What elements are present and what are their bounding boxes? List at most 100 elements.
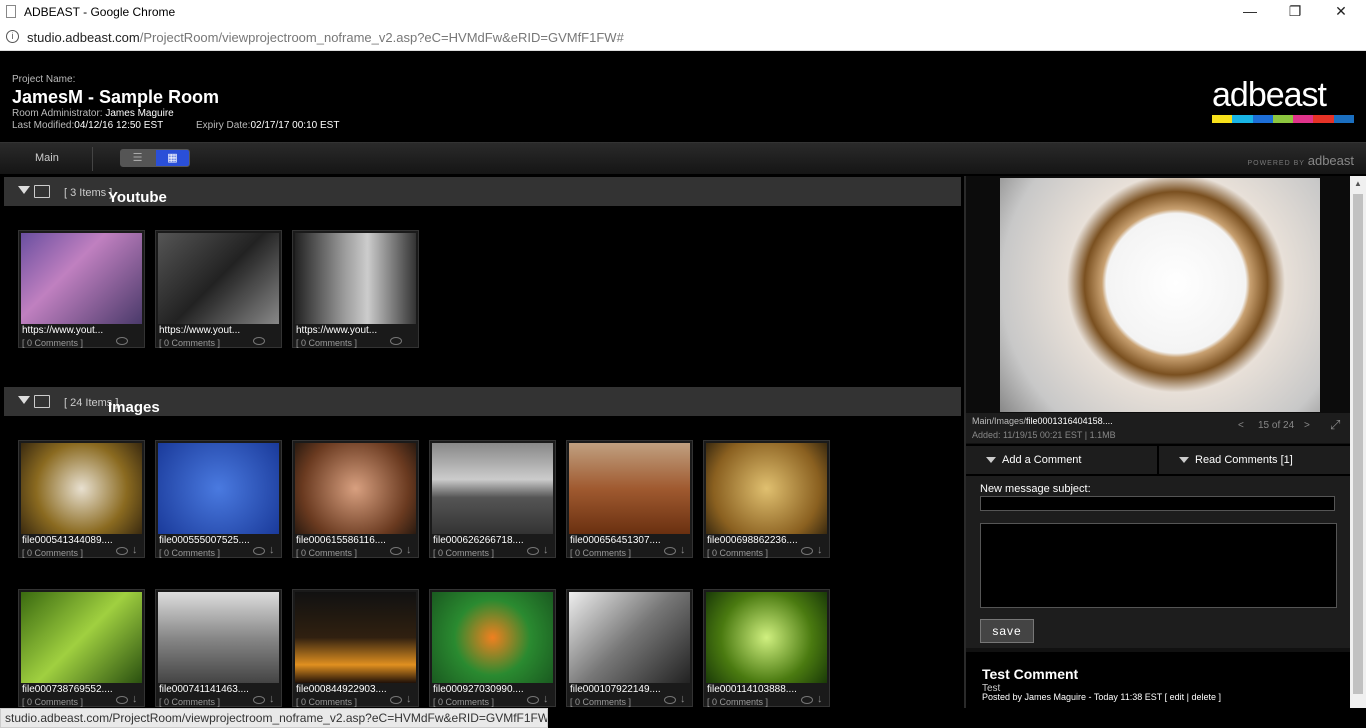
comment-count[interactable]: [ 0 Comments ] <box>296 548 357 558</box>
eye-icon[interactable] <box>527 547 539 555</box>
thumbnail-image[interactable] <box>21 443 142 534</box>
folder-header[interactable]: Youtube[ 3 Items ] <box>4 177 961 206</box>
comment-count[interactable]: [ 0 Comments ] <box>707 697 768 707</box>
eye-icon[interactable] <box>664 696 676 704</box>
asset-thumbnail[interactable]: file000114103888.... [ 0 Comments ] ↓ <box>703 589 830 707</box>
triangle-down-icon[interactable] <box>18 186 30 194</box>
eye-icon[interactable] <box>253 337 265 345</box>
preview-image[interactable] <box>1000 178 1320 412</box>
asset-thumbnail[interactable]: file000626266718.... [ 0 Comments ] ↓ <box>429 440 556 558</box>
nav-bar: Main ☰ ▦ POWERED BY adbeast <box>0 142 1366 174</box>
eye-icon[interactable] <box>664 547 676 555</box>
eye-icon[interactable] <box>390 696 402 704</box>
asset-thumbnail[interactable]: file000615586116.... [ 0 Comments ] ↓ <box>292 440 419 558</box>
subject-input[interactable] <box>980 496 1335 511</box>
eye-icon[interactable] <box>801 696 813 704</box>
eye-icon[interactable] <box>801 547 813 555</box>
thumbnail-image[interactable] <box>21 233 142 324</box>
prev-button[interactable]: < <box>1238 420 1244 431</box>
thumbnail-image[interactable] <box>295 233 416 324</box>
thumbnail-image[interactable] <box>295 443 416 534</box>
logo-bar <box>1232 115 1253 123</box>
eye-icon[interactable] <box>390 337 402 345</box>
download-icon[interactable]: ↓ <box>132 693 138 705</box>
comment-count[interactable]: [ 0 Comments ] <box>296 697 357 707</box>
download-icon[interactable]: ↓ <box>543 544 549 556</box>
thumbnail-image[interactable] <box>569 443 690 534</box>
address-bar[interactable]: i studio.adbeast.com/ProjectRoom/viewpro… <box>0 24 1366 51</box>
asset-thumbnail[interactable]: file000738769552.... [ 0 Comments ] ↓ <box>18 589 145 707</box>
save-button[interactable]: save <box>980 619 1034 643</box>
tab-add-comment[interactable]: Add a Comment <box>966 446 1157 474</box>
eye-icon[interactable] <box>116 547 128 555</box>
eye-icon[interactable] <box>116 696 128 704</box>
maximize-button[interactable]: ❐ <box>1275 3 1315 20</box>
comment-count[interactable]: [ 0 Comments ] <box>159 338 220 348</box>
download-icon[interactable]: ↓ <box>680 544 686 556</box>
thumbnail-image[interactable] <box>21 592 142 683</box>
asset-thumbnail[interactable]: file000927030990.... [ 0 Comments ] ↓ <box>429 589 556 707</box>
download-icon[interactable]: ↓ <box>817 693 823 705</box>
download-icon[interactable]: ↓ <box>269 693 275 705</box>
fullscreen-icon[interactable]: ⤢ <box>1330 417 1340 433</box>
asset-thumbnail[interactable]: file000844922903.... [ 0 Comments ] ↓ <box>292 589 419 707</box>
download-icon[interactable]: ↓ <box>543 693 549 705</box>
comment-count[interactable]: [ 0 Comments ] <box>707 548 768 558</box>
comment-count[interactable]: [ 0 Comments ] <box>22 548 83 558</box>
eye-icon[interactable] <box>527 696 539 704</box>
download-icon[interactable]: ↓ <box>406 544 412 556</box>
scrollbar-thumb[interactable] <box>1353 194 1363 694</box>
triangle-down-icon[interactable] <box>18 396 30 404</box>
comment-count[interactable]: [ 0 Comments ] <box>159 548 220 558</box>
folder-header[interactable]: Images[ 24 Items ] <box>4 387 961 416</box>
comment-count[interactable]: [ 0 Comments ] <box>433 697 494 707</box>
message-textarea[interactable] <box>980 523 1337 608</box>
thumbnail-image[interactable] <box>158 443 279 534</box>
asset-thumbnail[interactable]: https://www.yout... [ 0 Comments ] <box>155 230 282 348</box>
comment-count[interactable]: [ 0 Comments ] <box>433 548 494 558</box>
download-icon[interactable]: ↓ <box>269 544 275 556</box>
eye-icon[interactable] <box>116 337 128 345</box>
download-icon[interactable]: ↓ <box>817 544 823 556</box>
download-icon[interactable]: ↓ <box>132 544 138 556</box>
comment-count[interactable]: [ 0 Comments ] <box>570 697 631 707</box>
download-icon[interactable]: ↓ <box>406 693 412 705</box>
eye-icon[interactable] <box>253 547 265 555</box>
asset-thumbnail[interactable]: file000541344089.... [ 0 Comments ] ↓ <box>18 440 145 558</box>
scroll-up-icon[interactable]: ▲ <box>1354 179 1362 188</box>
asset-thumbnail[interactable]: file000656451307.... [ 0 Comments ] ↓ <box>566 440 693 558</box>
comment-count[interactable]: [ 0 Comments ] <box>22 697 83 707</box>
asset-thumbnail[interactable]: https://www.yout... [ 0 Comments ] <box>292 230 419 348</box>
vertical-scrollbar[interactable]: ▲ <box>1350 176 1366 708</box>
asset-thumbnail[interactable]: file000741141463.... [ 0 Comments ] ↓ <box>155 589 282 707</box>
list-view-icon[interactable]: ☰ <box>120 149 155 167</box>
comment-count[interactable]: [ 0 Comments ] <box>159 697 220 707</box>
thumbnail-image[interactable] <box>158 233 279 324</box>
tab-main[interactable]: Main <box>35 152 59 164</box>
close-button[interactable]: ✕ <box>1321 3 1361 20</box>
next-button[interactable]: > <box>1304 420 1310 431</box>
tab-read-comments[interactable]: Read Comments [1] <box>1159 446 1350 474</box>
grid-view-icon[interactable]: ▦ <box>155 149 190 167</box>
url-text[interactable]: studio.adbeast.com/ProjectRoom/viewproje… <box>27 30 624 45</box>
comment-count[interactable]: [ 0 Comments ] <box>296 338 357 348</box>
thumbnail-image[interactable] <box>569 592 690 683</box>
thumbnail-image[interactable] <box>432 443 553 534</box>
asset-thumbnail[interactable]: file000107922149.... [ 0 Comments ] ↓ <box>566 589 693 707</box>
eye-icon[interactable] <box>390 547 402 555</box>
project-header: Project Name: JamesM - Sample Room Room … <box>0 51 1366 142</box>
comment-count[interactable]: [ 0 Comments ] <box>22 338 83 348</box>
info-icon[interactable]: i <box>6 30 19 43</box>
thumbnail-image[interactable] <box>158 592 279 683</box>
download-icon[interactable]: ↓ <box>680 693 686 705</box>
thumbnail-image[interactable] <box>706 592 827 683</box>
minimize-button[interactable]: — <box>1230 3 1270 19</box>
thumbnail-image[interactable] <box>432 592 553 683</box>
asset-thumbnail[interactable]: https://www.yout... [ 0 Comments ] <box>18 230 145 348</box>
comment-count[interactable]: [ 0 Comments ] <box>570 548 631 558</box>
eye-icon[interactable] <box>253 696 265 704</box>
thumbnail-image[interactable] <box>295 592 416 683</box>
asset-thumbnail[interactable]: file000698862236.... [ 0 Comments ] ↓ <box>703 440 830 558</box>
thumbnail-image[interactable] <box>706 443 827 534</box>
asset-thumbnail[interactable]: file000555007525.... [ 0 Comments ] ↓ <box>155 440 282 558</box>
